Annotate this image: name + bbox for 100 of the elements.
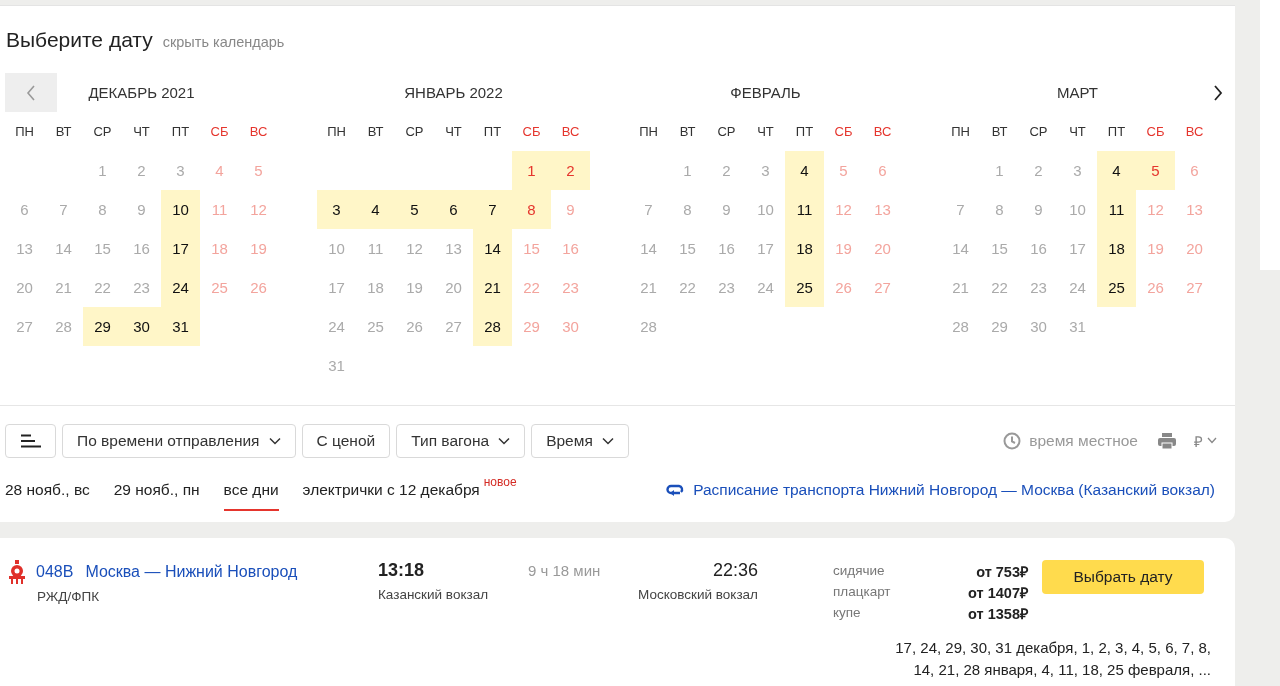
unavailable-date: 16 [561, 239, 580, 259]
unavailable-date: 24 [756, 278, 775, 298]
unavailable-date: 21 [951, 278, 970, 298]
departure-dates: 17, 24, 29, 30, 31 декабря, 1, 2, 3, 4, 5, 6, 7, 8, 14, 21, 28 января, 4, 11, 18, 25 февраля, ... [894, 638, 1211, 680]
date-tab[interactable]: 28 нояб., вс [5, 469, 90, 511]
available-date[interactable]: 4 [785, 151, 824, 190]
unavailable-date: 16 [717, 239, 736, 259]
available-date[interactable]: 7 [473, 190, 512, 229]
available-date[interactable]: 25 [785, 268, 824, 307]
unavailable-date: 28 [54, 317, 73, 337]
currency-dropdown[interactable]: ₽ [1190, 430, 1225, 451]
fare-price: от 1358₽ [968, 604, 1028, 623]
weekday-label: ПТ [794, 123, 815, 141]
unavailable-date: 7 [58, 200, 69, 220]
unavailable-date: 5 [838, 161, 849, 181]
clock-icon [1003, 431, 1022, 450]
unavailable-date: 19 [1146, 239, 1165, 259]
unavailable-date: 14 [54, 239, 73, 259]
chevron-right-icon [1213, 84, 1223, 101]
available-date[interactable]: 18 [1097, 229, 1136, 268]
weekday-label: СБ [209, 123, 230, 141]
filter-dropdown[interactable]: Время [531, 423, 629, 458]
filter-dropdown[interactable]: Тип вагона [396, 423, 526, 458]
unavailable-date: 23 [132, 278, 151, 298]
date-tab[interactable]: все дни [223, 469, 279, 511]
available-date[interactable]: 3 [317, 190, 356, 229]
weekday-label: ПН [950, 123, 971, 141]
unavailable-date: 17 [1068, 239, 1087, 259]
unavailable-date: 26 [249, 278, 268, 298]
unavailable-date: 20 [444, 278, 463, 298]
unavailable-date: 20 [873, 239, 892, 259]
departure-station: Казанский вокзал [378, 587, 490, 602]
chevron-down-icon [498, 436, 511, 445]
unavailable-date: 26 [405, 317, 424, 337]
month-title: ФЕВРАЛЬ [730, 84, 801, 101]
weekday-label: ПТ [482, 123, 503, 141]
schedule-link[interactable]: Расписание транспорта Нижний Новгород — Москва (Казанский вокзал) [693, 481, 1215, 499]
new-label: новое [483, 475, 517, 489]
available-date[interactable]: 30 [122, 307, 161, 346]
route-link[interactable]: Москва — Нижний Новгород [85, 563, 298, 581]
available-date[interactable]: 25 [1097, 268, 1136, 307]
filter-button[interactable]: С ценой [301, 423, 391, 458]
available-date[interactable]: 4 [356, 190, 395, 229]
unavailable-date: 26 [834, 278, 853, 298]
train-number-link[interactable]: 048В [36, 563, 74, 581]
date-tab[interactable]: 29 нояб., пн [113, 469, 200, 511]
unavailable-date: 29 [522, 317, 541, 337]
available-date[interactable]: 5 [395, 190, 434, 229]
unavailable-date: 23 [717, 278, 736, 298]
unavailable-date: 9 [721, 200, 732, 220]
sort-lines-icon [20, 433, 41, 448]
date-tab[interactable]: электрички с 12 декабря $^{новое}$ [302, 469, 517, 511]
unavailable-date: 1 [994, 161, 1005, 181]
weekday-label: ПТ [1106, 123, 1127, 141]
printer-icon[interactable] [1158, 432, 1176, 449]
available-date[interactable]: 24 [161, 268, 200, 307]
available-date[interactable]: 11 [1097, 190, 1136, 229]
sort-button[interactable] [5, 423, 56, 458]
available-date[interactable]: 17 [161, 229, 200, 268]
unavailable-date: 6 [19, 200, 30, 220]
available-date[interactable]: 21 [473, 268, 512, 307]
available-date[interactable]: 8 [512, 190, 551, 229]
unavailable-date: 22 [522, 278, 541, 298]
available-date[interactable]: 14 [473, 229, 512, 268]
available-date[interactable]: 18 [785, 229, 824, 268]
unavailable-date: 19 [405, 278, 424, 298]
available-date[interactable]: 2 [551, 151, 590, 190]
unavailable-date: 23 [1029, 278, 1048, 298]
select-date-button[interactable]: Выбрать дату [1042, 560, 1204, 594]
available-date[interactable]: 6 [434, 190, 473, 229]
travel-duration: 9 ч 18 мин [528, 562, 601, 579]
hide-calendar-link[interactable]: скрыть календарь [162, 34, 285, 50]
unavailable-date: 9 [565, 200, 576, 220]
filter-dropdown[interactable]: По времени отправления [62, 423, 296, 458]
unavailable-date: 19 [834, 239, 853, 259]
unavailable-date: 10 [756, 200, 775, 220]
unavailable-date: 27 [444, 317, 463, 337]
unavailable-date: 9 [1033, 200, 1044, 220]
unavailable-date: 8 [994, 200, 1005, 220]
unavailable-date: 20 [15, 278, 34, 298]
unavailable-date: 30 [1029, 317, 1048, 337]
unavailable-date: 12 [834, 200, 853, 220]
unavailable-date: 16 [1029, 239, 1048, 259]
weekday-label: ПН [638, 123, 659, 141]
available-date[interactable]: 11 [785, 190, 824, 229]
chevron-left-icon [26, 84, 36, 101]
available-date[interactable]: 1 [512, 151, 551, 190]
weekday-label: ЧТ [444, 123, 463, 141]
unavailable-date: 12 [249, 200, 268, 220]
available-date[interactable]: 4 [1097, 151, 1136, 190]
unavailable-date: 10 [327, 239, 346, 259]
available-date[interactable]: 28 [473, 307, 512, 346]
available-date[interactable]: 29 [83, 307, 122, 346]
available-date[interactable]: 5 [1136, 151, 1175, 190]
weekday-label: СР [1028, 123, 1049, 141]
weekday-label: ВС [1184, 123, 1205, 141]
unavailable-date: 22 [678, 278, 697, 298]
weekday-label: СР [92, 123, 113, 141]
available-date[interactable]: 10 [161, 190, 200, 229]
available-date[interactable]: 31 [161, 307, 200, 346]
